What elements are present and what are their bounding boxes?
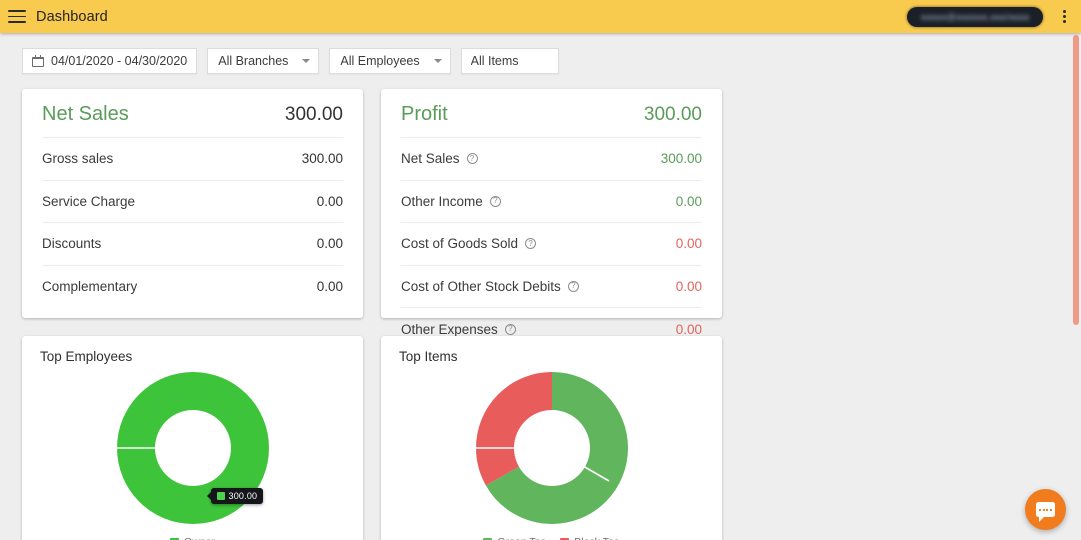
table-row: Other Income ? 0.00 [401,181,702,223]
profit-header: Profit 300.00 [401,103,702,138]
net-sales-rows: Gross sales 300.00 Service Charge 0.00 D… [42,138,343,308]
account-email-chip[interactable]: aaaaa@aaaaaa.aaa/aaaa [907,6,1043,27]
donut-chart[interactable] [475,372,628,524]
profit-card: Profit 300.00 Net Sales ? 300.00 Other I… [381,89,722,337]
kebab-menu-icon[interactable] [1053,0,1075,33]
chevron-down-icon [302,59,311,63]
top-employees-chart[interactable]: 300.00 [22,368,363,528]
row-label-text: Other Expenses [401,321,498,337]
page-title: Dashboard [36,8,108,25]
row-value: 0.00 [675,278,702,294]
chart-tooltip: 300.00 [206,488,264,504]
page-scrollbar[interactable] [1071,33,1081,540]
app-header: Dashboard aaaaa@aaaaaa.aaa/aaaa [0,0,1081,33]
app-header-right: aaaaa@aaaaaa.aaa/aaaa [907,0,1081,33]
dashboard-content: 04/01/2020 - 04/30/2020 All Branches All… [0,33,1081,540]
employees-dropdown-value: All Employees [340,54,420,68]
items-filter-field[interactable] [460,48,559,74]
items-filter-input[interactable] [470,54,549,68]
row-label: Cost of Other Stock Debits ? [401,279,579,294]
help-icon[interactable]: ? [525,238,537,250]
branches-dropdown[interactable]: All Branches [207,48,320,74]
top-employees-card: Top Employees 300.00 Owne [22,336,363,540]
top-items-card: Top Items Green Tea [381,336,722,540]
top-items-legend: Green Tea Black Tea [381,536,722,540]
legend-label: Owner [184,536,215,540]
calendar-icon [32,55,44,67]
top-employees-title: Top Employees [40,349,133,364]
row-value: 0.00 [675,193,702,209]
card-grid: Net Sales 300.00 Gross sales 300.00 Serv… [0,74,1081,540]
hamburger-menu-icon[interactable] [8,10,26,23]
account-email-text: aaaaa@aaaaaa.aaa/aaaa [920,11,1030,22]
legend-item[interactable]: Black Tea [560,536,620,540]
row-label-text: Other Income [401,193,483,209]
row-label-text: Cost of Goods Sold [401,236,519,252]
help-icon[interactable]: ? [466,153,478,165]
table-row: Cost of Goods Sold ? 0.00 [401,223,702,266]
top-items-title: Top Items [399,349,458,364]
row-value: 0.00 [675,321,702,337]
row-value: 0.00 [316,193,343,209]
table-row: Cost of Other Stock Debits ? 0.00 [401,266,702,308]
profit-total: 300.00 [643,104,702,125]
filter-toolbar: 04/01/2020 - 04/30/2020 All Branches All… [0,33,1081,74]
net-sales-title: Net Sales [42,103,129,125]
date-range-picker[interactable]: 04/01/2020 - 04/30/2020 [22,48,198,74]
row-value: 300.00 [301,151,343,167]
chat-support-button[interactable] [1025,489,1066,530]
legend-item[interactable]: Green Tea [483,536,546,540]
row-label-text: Net Sales [401,151,460,167]
branches-dropdown-value: All Branches [218,54,289,68]
table-row: Net Sales ? 300.00 [401,138,702,181]
donut-hole [513,410,590,486]
row-label: Other Expenses ? [401,322,516,337]
help-icon[interactable]: ? [504,323,516,335]
row-label: Cost of Goods Sold ? [401,236,537,252]
tooltip-color-swatch [216,492,225,500]
profit-rows: Net Sales ? 300.00 Other Income ? 0.00 C… [401,138,702,351]
chat-bubble-icon [1036,502,1055,522]
profit-title: Profit [401,103,448,125]
row-value: 300.00 [660,151,702,167]
date-range-value: 04/01/2020 - 04/30/2020 [51,54,188,68]
chevron-down-icon [433,59,442,63]
donut-chart[interactable]: 300.00 [116,372,269,524]
top-employees-legend: Owner [22,536,363,540]
help-icon[interactable]: ? [489,195,501,207]
scrollbar-thumb[interactable] [1073,35,1079,325]
table-row: Gross sales 300.00 [42,138,343,181]
row-value: 0.00 [316,279,343,295]
legend-label: Green Tea [497,536,546,540]
legend-label: Black Tea [574,536,619,540]
net-sales-total: 300.00 [284,104,343,125]
top-items-chart[interactable] [381,368,722,528]
row-label-text: Cost of Other Stock Debits [401,278,561,294]
row-label: Other Income ? [401,194,501,209]
row-label: Service Charge [42,193,136,209]
row-value: 0.00 [316,236,343,252]
row-label: Discounts [42,236,102,252]
tooltip-value: 300.00 [228,491,258,501]
table-row: Discounts 0.00 [42,223,343,266]
row-label: Net Sales ? [401,151,478,166]
employees-dropdown[interactable]: All Employees [329,48,451,74]
net-sales-header: Net Sales 300.00 [42,103,343,138]
table-row: Complementary 0.00 [42,266,343,309]
row-value: 0.00 [675,236,702,252]
row-label: Gross sales [42,151,114,167]
net-sales-card: Net Sales 300.00 Gross sales 300.00 Serv… [22,89,363,318]
row-label: Complementary [42,279,138,295]
legend-item[interactable]: Owner [170,536,215,540]
table-row: Service Charge 0.00 [42,181,343,223]
help-icon[interactable]: ? [567,280,579,292]
donut-hole [154,410,231,486]
